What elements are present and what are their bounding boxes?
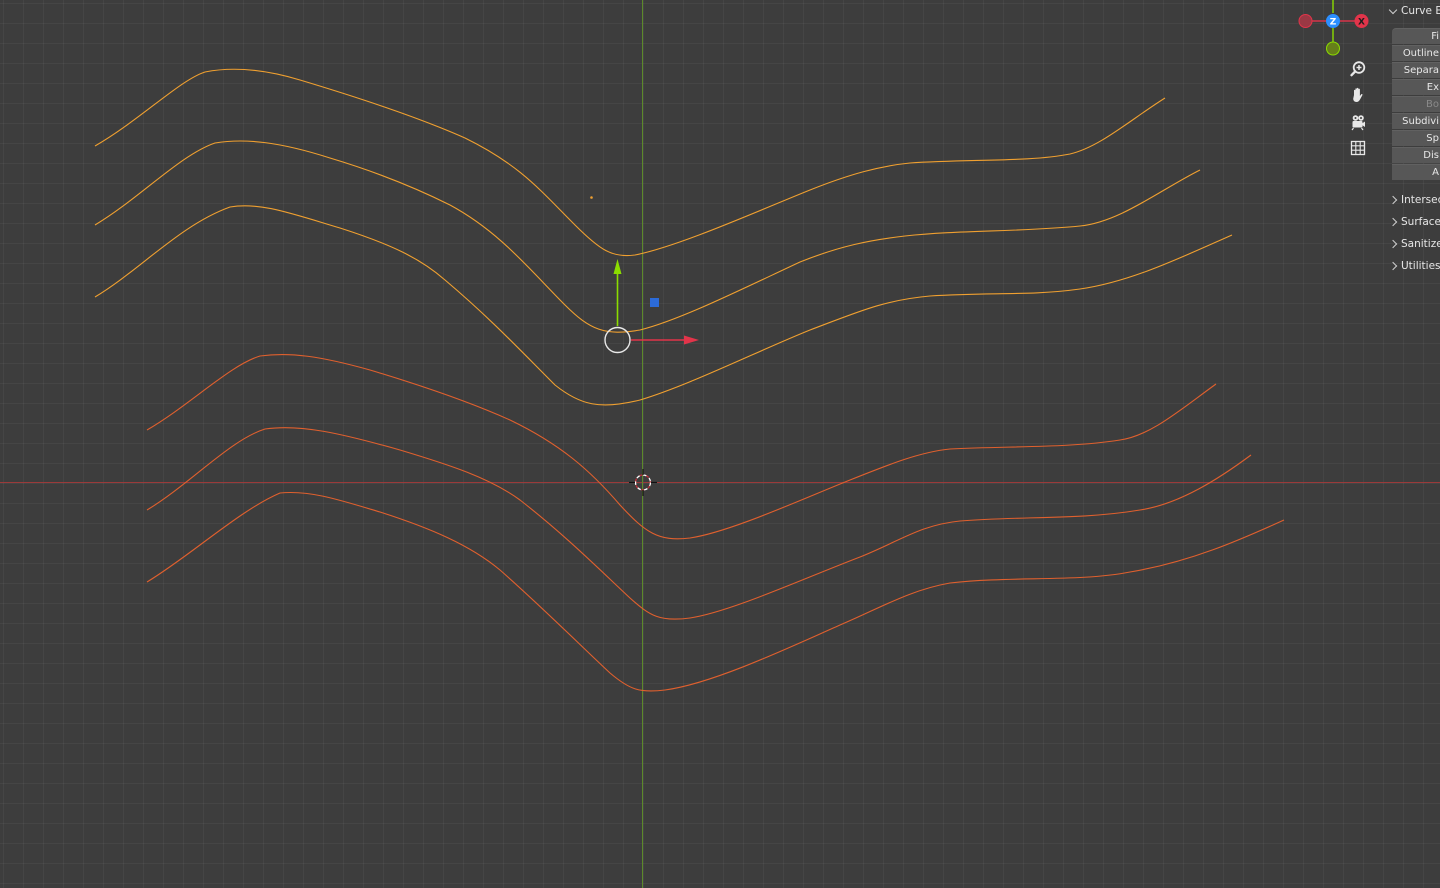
selected-curve-2[interactable]: [94, 140, 1201, 333]
chevron-right-icon: [1388, 261, 1398, 271]
operator-button[interactable]: Sp: [1392, 130, 1440, 146]
panel-section-label: Intersect: [1401, 194, 1440, 206]
panel-section-label: Utilities: [1401, 260, 1440, 272]
gizmo-x-label: X: [1358, 18, 1365, 28]
unselected-curve-2[interactable]: [146, 427, 1252, 620]
unselected-curves[interactable]: [146, 354, 1285, 692]
operator-button[interactable]: Ex: [1392, 79, 1440, 95]
3d-viewport[interactable]: Z X Curve E Fi Outline Separa Ex Bo Subd…: [0, 0, 1440, 888]
chevron-down-icon: [1388, 5, 1398, 14]
control-point[interactable]: [590, 196, 593, 199]
gizmo-y-arrow-head[interactable]: [613, 259, 622, 274]
panel-section-label: Sanitize: [1401, 238, 1440, 250]
gizmo-neg-y-circle[interactable]: [1326, 41, 1340, 56]
chevron-right-icon: [1388, 239, 1398, 249]
gizmo-neg-x-circle[interactable]: [1298, 14, 1313, 28]
zoom-icon[interactable]: [1346, 57, 1370, 81]
panel-header-curve-editor[interactable]: Curve Ed: [1388, 2, 1440, 20]
operator-button[interactable]: A: [1392, 164, 1440, 180]
panel-section-header[interactable]: Intersect: [1388, 191, 1440, 209]
operator-button[interactable]: Dis: [1392, 147, 1440, 163]
panel-section-label: Surfaces: [1401, 216, 1440, 228]
selected-curve-3[interactable]: [94, 205, 1233, 406]
grid-ortho-icon[interactable]: [1346, 136, 1370, 160]
viewport-scene[interactable]: Z X: [0, 0, 1440, 888]
move-gizmo[interactable]: [604, 259, 699, 354]
panel-title: Curve Ed: [1401, 5, 1440, 17]
navigation-gizmo[interactable]: Z X: [1298, 0, 1369, 56]
operator-button[interactable]: Separa: [1392, 62, 1440, 78]
panel-section-header[interactable]: Utilities: [1388, 257, 1440, 275]
camera-icon[interactable]: [1346, 110, 1370, 134]
gizmo-center-ring[interactable]: [604, 326, 631, 354]
panel-section-header[interactable]: Sanitize: [1388, 235, 1440, 253]
unselected-curve-3[interactable]: [146, 491, 1285, 692]
operator-button[interactable]: Outline: [1392, 45, 1440, 61]
selected-curves[interactable]: [94, 68, 1233, 406]
sidebar-panel: Curve Ed FiOutlineSeparaExBoSubdiviSpDis…: [1387, 0, 1440, 888]
operator-button[interactable]: Fi: [1392, 28, 1440, 44]
gizmo-xy-plane-handle[interactable]: [650, 298, 659, 307]
selected-curve-1[interactable]: [94, 68, 1166, 257]
chevron-right-icon: [1388, 195, 1398, 205]
unselected-curve-1[interactable]: [146, 354, 1217, 540]
gizmo-z-label: Z: [1330, 18, 1337, 28]
hand-pan-icon[interactable]: [1346, 83, 1370, 107]
chevron-right-icon: [1388, 217, 1398, 227]
gizmo-x-arrow-head[interactable]: [684, 335, 699, 345]
panel-section-header[interactable]: Surfaces: [1388, 213, 1440, 231]
operator-button[interactable]: Subdivi: [1392, 113, 1440, 129]
operator-button[interactable]: Bo: [1392, 96, 1440, 112]
